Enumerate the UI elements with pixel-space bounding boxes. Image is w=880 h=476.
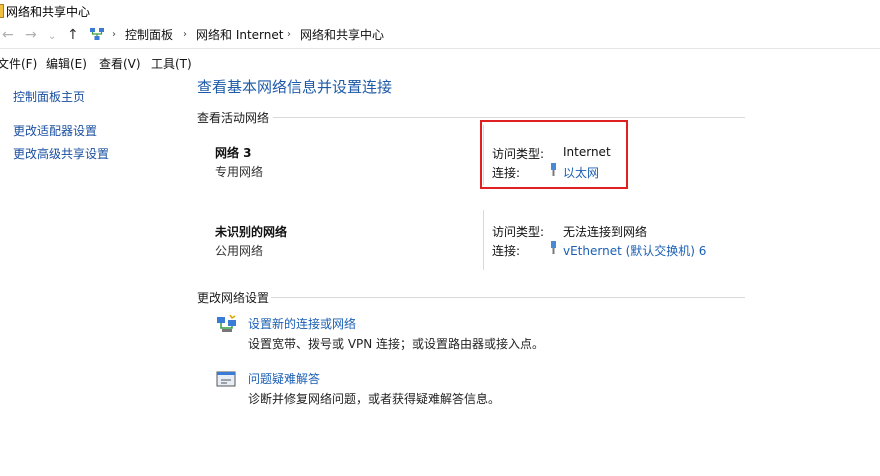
network-name: 未识别的网络 <box>215 225 288 239</box>
new-connection-icon <box>217 314 236 332</box>
breadcrumb-network-internet[interactable]: 网络和 Internet <box>196 27 283 43</box>
forward-arrow-icon[interactable]: → <box>25 26 37 44</box>
up-arrow-icon[interactable]: ↑ <box>67 26 79 44</box>
access-type-value: 无法连接到网络 <box>563 225 648 239</box>
recent-dropdown-icon[interactable]: ⌄ <box>48 28 56 46</box>
title-bar: 网络和共享中心 <box>0 0 880 22</box>
section-divider <box>271 297 745 298</box>
breadcrumb-network-center[interactable]: 网络和共享中心 <box>300 27 384 43</box>
highlight-box <box>480 120 628 189</box>
page-title: 查看基本网络信息并设置连接 <box>197 78 393 96</box>
change-settings-heading: 更改网络设置 <box>197 291 270 305</box>
address-bar: ← → ⌄ ↑ › 控制面板 › 网络和 Internet › 网络和共享中心 <box>0 22 880 49</box>
section-divider <box>273 117 745 118</box>
active-networks-heading: 查看活动网络 <box>197 111 270 125</box>
breadcrumb-separator-icon: › <box>287 29 291 40</box>
sidebar-link-sharing-settings[interactable]: 更改高级共享设置 <box>13 145 109 162</box>
network-name: 网络 3 <box>215 146 252 160</box>
troubleshoot-description: 诊断并修复网络问题，或者获得疑难解答信息。 <box>248 392 501 406</box>
new-connection-link[interactable]: 设置新的连接或网络 <box>248 315 356 332</box>
menu-tools[interactable]: 工具(T) <box>151 55 192 72</box>
menu-view[interactable]: 查看(V) <box>99 55 141 72</box>
access-type-label: 访问类型: <box>492 225 545 239</box>
network-type: 专用网络 <box>215 165 264 179</box>
connection-link-vethernet[interactable]: vEthernet (默认交换机) 6 <box>563 242 706 259</box>
sidebar-link-control-panel-home[interactable]: 控制面板主页 <box>13 88 85 105</box>
menu-bar: 文件(F) 编辑(E) 查看(V) 工具(T) <box>0 52 880 72</box>
sidebar-link-adapter-settings[interactable]: 更改适配器设置 <box>13 122 97 139</box>
breadcrumb-control-panel[interactable]: 控制面板 <box>125 27 173 43</box>
folder-icon <box>0 4 4 18</box>
network-type: 公用网络 <box>215 244 264 258</box>
breadcrumb-separator-icon: › <box>112 29 116 40</box>
window-title: 网络和共享中心 <box>6 5 91 19</box>
breadcrumb-separator-icon: › <box>183 29 187 40</box>
troubleshoot-link[interactable]: 问题疑难解答 <box>248 370 320 387</box>
back-arrow-icon[interactable]: ← <box>2 26 14 44</box>
network-center-icon <box>90 28 104 40</box>
troubleshoot-icon <box>216 371 236 387</box>
new-connection-description: 设置宽带、拨号或 VPN 连接；或设置路由器或接入点。 <box>248 337 545 351</box>
menu-file[interactable]: 文件(F) <box>0 55 37 72</box>
ethernet-icon <box>551 241 556 254</box>
connection-label: 连接: <box>492 244 521 258</box>
network-divider <box>483 210 484 270</box>
menu-edit[interactable]: 编辑(E) <box>46 55 87 72</box>
